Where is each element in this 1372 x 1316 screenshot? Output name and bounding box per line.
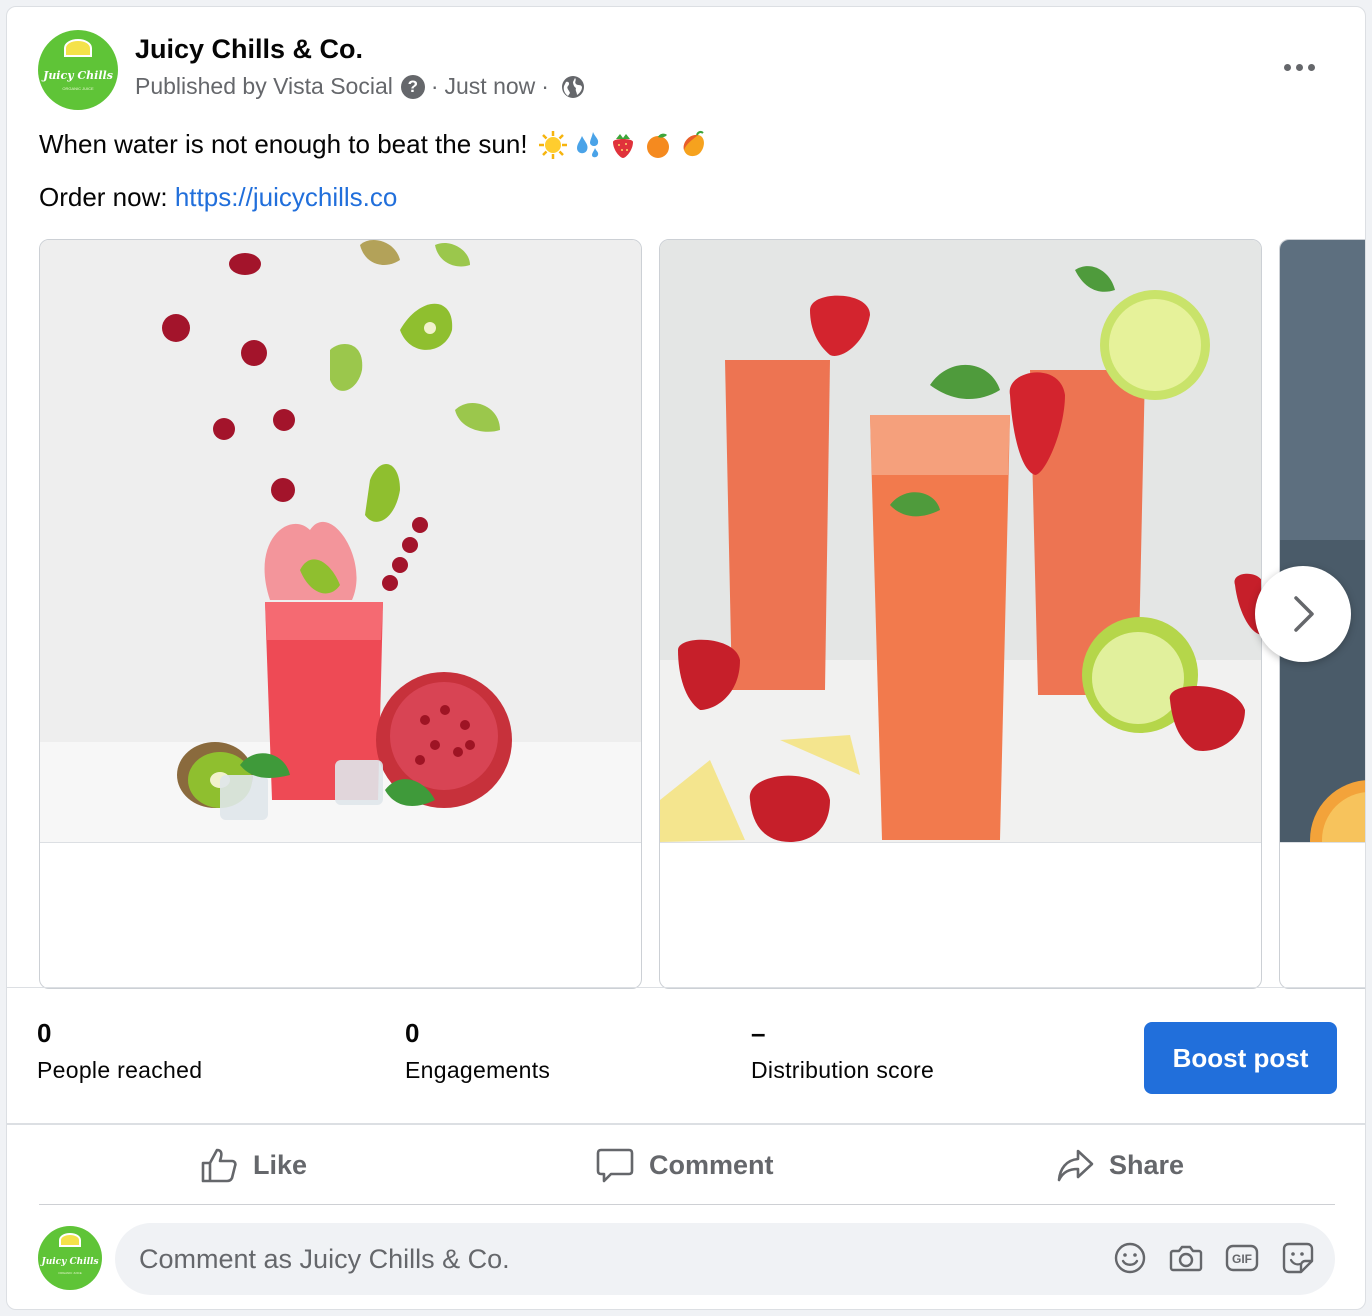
separator: · bbox=[430, 73, 439, 99]
comment-button[interactable]: Comment bbox=[595, 1125, 774, 1205]
more-options-icon[interactable] bbox=[1275, 55, 1323, 79]
comment-box: GIF bbox=[115, 1223, 1335, 1295]
gif-icon[interactable]: GIF bbox=[1225, 1241, 1259, 1275]
distribution-score-stat: – Distribution score bbox=[751, 1018, 934, 1084]
tangerine-icon bbox=[646, 133, 669, 158]
engagements-stat: 0 Engagements bbox=[405, 1018, 550, 1084]
people-reached-value: 0 bbox=[37, 1018, 52, 1048]
post-caption: When water is not enough to beat the sun… bbox=[39, 129, 528, 159]
engagements-value: 0 bbox=[405, 1018, 420, 1048]
commenter-avatar[interactable]: Juicy Chills ORGANIC JUICE bbox=[38, 1226, 102, 1290]
order-now-label: Order now: bbox=[39, 182, 168, 212]
post-link[interactable]: https://juicychills.co bbox=[175, 182, 398, 212]
post-card: Juicy Chills ORGANIC JUICE Juicy Chills … bbox=[6, 6, 1366, 1310]
boost-post-button[interactable]: Boost post bbox=[1144, 1022, 1337, 1094]
carousel-item-footer bbox=[1280, 842, 1365, 988]
share-arrow-icon bbox=[1057, 1149, 1094, 1182]
strawberry-icon bbox=[612, 133, 633, 158]
people-reached-stat: 0 People reached bbox=[37, 1018, 202, 1084]
page-avatar[interactable]: Juicy Chills ORGANIC JUICE bbox=[38, 30, 118, 110]
juice-photo-image bbox=[40, 240, 641, 842]
distribution-score-label: Distribution score bbox=[751, 1057, 935, 1083]
share-label: Share bbox=[1109, 1149, 1185, 1180]
page-name[interactable]: Juicy Chills & Co. bbox=[135, 34, 363, 65]
post-text-line2: Order now: https://juicychills.co bbox=[39, 182, 397, 213]
avatar-brand-text: Juicy Chills bbox=[41, 1257, 99, 1267]
share-button[interactable]: Share bbox=[1055, 1125, 1184, 1205]
comment-input[interactable] bbox=[139, 1223, 1099, 1295]
mango-icon bbox=[683, 130, 704, 156]
comment-bubble-icon bbox=[596, 1148, 634, 1183]
separator: · bbox=[541, 73, 549, 99]
post-meta: Published by Vista Social ? · Just now · bbox=[135, 73, 585, 100]
published-by: Published by Vista Social bbox=[135, 73, 393, 99]
question-circle-icon[interactable]: ? bbox=[400, 74, 425, 99]
avatar-brand-text: Juicy Chills bbox=[43, 69, 113, 82]
strawberry-drinks-image bbox=[660, 240, 1261, 842]
comment-label: Comment bbox=[649, 1149, 774, 1180]
emoji-icon[interactable] bbox=[1113, 1241, 1147, 1275]
svg-text:GIF: GIF bbox=[1232, 1252, 1252, 1266]
carousel-item[interactable] bbox=[659, 239, 1262, 989]
like-label: Like bbox=[253, 1149, 308, 1180]
sun-emoji-icon bbox=[538, 130, 567, 159]
thumbs-up-icon bbox=[201, 1148, 237, 1183]
emoji-row bbox=[538, 130, 708, 160]
globe-icon[interactable] bbox=[561, 75, 585, 99]
sweat-droplets-icon bbox=[576, 131, 598, 157]
carousel-item-footer bbox=[40, 842, 641, 988]
lemon-logo-icon bbox=[59, 1233, 81, 1247]
camera-icon[interactable] bbox=[1169, 1241, 1203, 1275]
like-button[interactable]: Like bbox=[199, 1125, 307, 1205]
chevron-right-icon[interactable] bbox=[1255, 566, 1351, 662]
carousel-item-footer bbox=[660, 842, 1261, 988]
distribution-score-value: – bbox=[751, 1018, 766, 1048]
citrus-image bbox=[1280, 240, 1365, 842]
avatar-sub-text: ORGANIC JUICE bbox=[62, 86, 94, 91]
lemon-logo-icon bbox=[64, 39, 92, 57]
comment-tools: GIF bbox=[1113, 1241, 1315, 1275]
carousel-item[interactable] bbox=[39, 239, 642, 989]
avatar-sub-text: ORGANIC JUICE bbox=[58, 1271, 82, 1275]
post-text-line1: When water is not enough to beat the sun… bbox=[39, 129, 708, 160]
action-bar: Like Comment Share bbox=[39, 1125, 1335, 1205]
engagements-label: Engagements bbox=[405, 1057, 551, 1083]
sticker-icon[interactable] bbox=[1281, 1241, 1315, 1275]
post-insights: 0 People reached 0 Engagements – Distrib… bbox=[7, 987, 1365, 1125]
post-time[interactable]: Just now bbox=[445, 73, 536, 100]
people-reached-label: People reached bbox=[37, 1057, 203, 1083]
